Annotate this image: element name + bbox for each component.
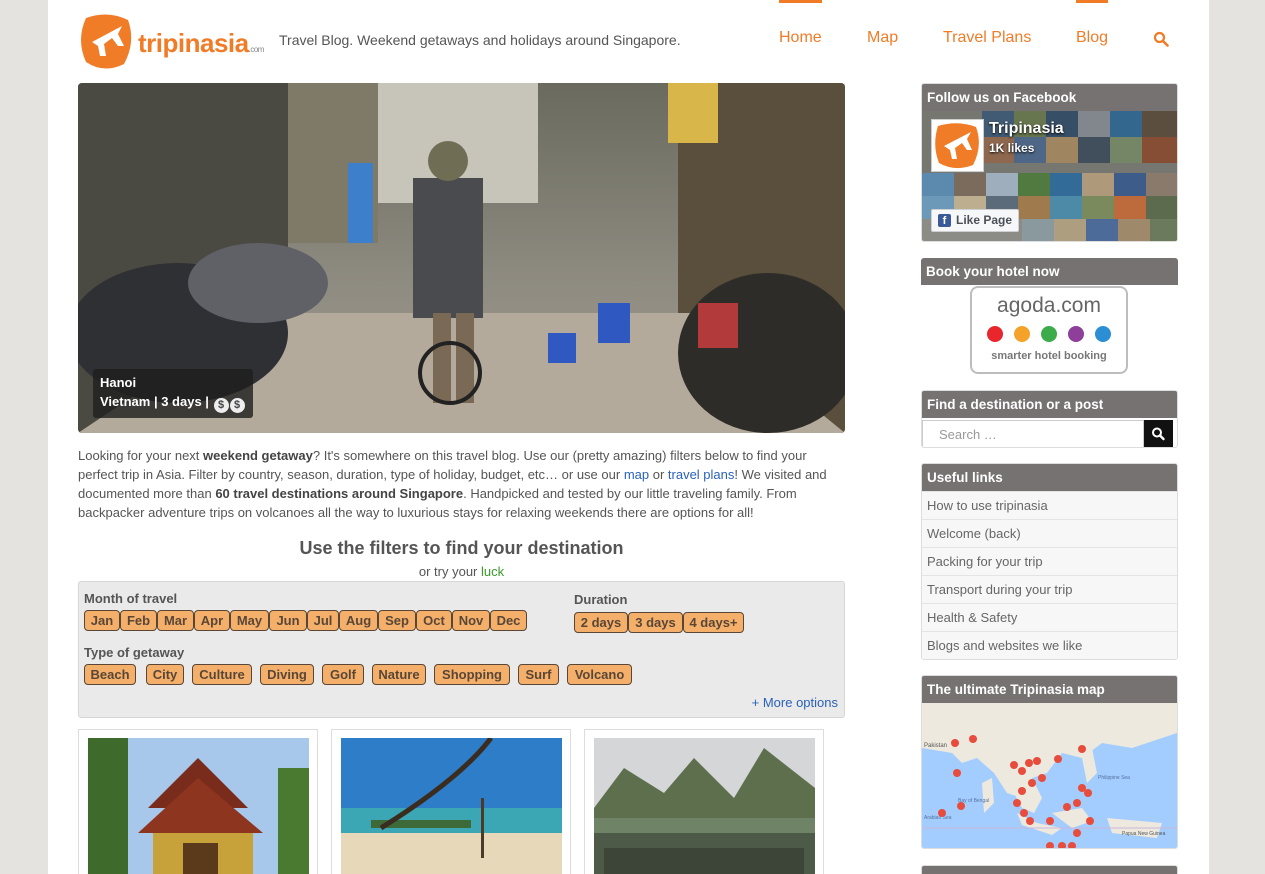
- destination-card[interactable]: [584, 729, 824, 874]
- map-label: Arabian Sea: [924, 815, 952, 821]
- filter-month-dec[interactable]: Dec: [490, 610, 527, 631]
- filter-panel: Month of travel Jan Feb Mar Apr May Jun …: [78, 581, 845, 718]
- travel-plans-link[interactable]: travel plans: [668, 467, 734, 482]
- destination-thumbnail: [594, 738, 815, 874]
- search-widget-title: Find a destination or a post: [922, 391, 1177, 418]
- asia-map[interactable]: Pakistan Bay of Bengal Philippine Sea Ar…: [922, 703, 1177, 848]
- search-input[interactable]: Search …: [922, 420, 1144, 447]
- filter-duration-3[interactable]: 3 days: [628, 612, 683, 633]
- next-widget: [921, 865, 1178, 874]
- filter-type-culture[interactable]: Culture: [192, 664, 252, 685]
- duration-label: Duration: [574, 592, 628, 607]
- more-options-link[interactable]: + More options: [752, 695, 838, 710]
- filter-month-aug[interactable]: Aug: [339, 610, 378, 631]
- useful-link-health[interactable]: Health & Safety: [922, 603, 1177, 631]
- agoda-slogan: smarter hotel booking: [991, 350, 1107, 362]
- tagline: Travel Blog. Weekend getaways and holida…: [279, 32, 681, 48]
- logo[interactable]: tripinasia.com: [78, 12, 264, 72]
- filter-month-mar[interactable]: Mar: [157, 610, 194, 631]
- hero-details: Vietnam | 3 days | $ $: [100, 392, 245, 413]
- facebook-widget: Follow us on Facebook Tripinasia 1K like…: [921, 83, 1178, 242]
- map-widget-title: The ultimate Tripinasia map: [922, 676, 1177, 703]
- search-icon: [1152, 427, 1165, 441]
- filter-type-beach[interactable]: Beach: [84, 664, 136, 685]
- useful-links-title: Useful links: [922, 464, 1177, 491]
- filter-month-may[interactable]: May: [230, 610, 269, 631]
- filter-type-nature[interactable]: Nature: [372, 664, 426, 685]
- filters-subtitle: or try your luck: [418, 564, 505, 579]
- map-label: Philippine Sea: [1098, 775, 1130, 781]
- destination-thumbnail: [88, 738, 309, 874]
- filters-title: Use the filters to find your destination: [299, 538, 624, 558]
- nav-travel-plans[interactable]: Travel Plans: [943, 0, 1031, 60]
- facebook-page-avatar[interactable]: [931, 119, 984, 172]
- map-label: Pakistan: [924, 743, 947, 749]
- filter-month-sep[interactable]: Sep: [378, 610, 416, 631]
- hero-slider[interactable]: Hanoi Vietnam | 3 days | $ $: [78, 83, 845, 433]
- filter-duration-4plus[interactable]: 4 days+: [683, 612, 744, 633]
- filter-month-oct[interactable]: Oct: [416, 610, 452, 631]
- hero-caption[interactable]: Hanoi Vietnam | 3 days | $ $: [93, 369, 253, 418]
- nav-map[interactable]: Map: [867, 0, 898, 60]
- map-link[interactable]: map: [624, 467, 649, 482]
- useful-link-blogs[interactable]: Blogs and websites we like: [922, 631, 1177, 659]
- nav-blog[interactable]: Blog: [1076, 0, 1109, 60]
- budget-coin-icon: $: [229, 398, 245, 413]
- facebook-page-name[interactable]: Tripinasia: [989, 120, 1064, 138]
- map-label: Papua New Guinea: [1122, 831, 1166, 837]
- map-widget: The ultimate Tripinasia map Pakistan Bay…: [921, 675, 1178, 849]
- facebook-likes: 1K likes: [989, 141, 1035, 155]
- intro-text: Looking for your next weekend getaway? I…: [78, 448, 827, 520]
- budget-coin-icon: $: [213, 398, 229, 413]
- useful-links-widget: Useful links How to use tripinasia Welco…: [921, 463, 1178, 660]
- filter-type-shopping[interactable]: Shopping: [434, 664, 510, 685]
- page: tripinasia.com Travel Blog. Weekend geta…: [48, 0, 1209, 874]
- logo-plane-icon: [81, 14, 132, 69]
- useful-link-how-to[interactable]: How to use tripinasia: [922, 491, 1177, 519]
- filter-type-volcano[interactable]: Volcano: [567, 664, 632, 685]
- useful-link-welcome[interactable]: Welcome (back): [922, 519, 1177, 547]
- nav-home[interactable]: Home: [779, 0, 822, 60]
- search-submit-button[interactable]: [1144, 420, 1173, 447]
- filter-month-feb[interactable]: Feb: [120, 610, 157, 631]
- filter-type-city[interactable]: City: [146, 664, 184, 685]
- filter-month-nov[interactable]: Nov: [452, 610, 490, 631]
- main-nav: Home Map Travel Plans Blog: [779, 0, 1209, 60]
- facebook-icon: f: [938, 214, 951, 227]
- next-widget-title: [922, 866, 1177, 874]
- filter-type-surf[interactable]: Surf: [518, 664, 559, 685]
- filter-type-golf[interactable]: Golf: [322, 664, 364, 685]
- hero-city: Hanoi: [100, 375, 137, 390]
- destination-card[interactable]: [331, 729, 571, 874]
- destination-card[interactable]: [78, 729, 318, 874]
- filter-duration-2[interactable]: 2 days: [574, 612, 628, 633]
- agoda-banner[interactable]: agoda.com smarter hotel booking: [970, 286, 1128, 374]
- destination-thumbnail: [341, 738, 562, 874]
- filter-month-apr[interactable]: Apr: [194, 610, 230, 631]
- filter-month-jan[interactable]: Jan: [84, 610, 120, 631]
- search-icon[interactable]: [1153, 31, 1169, 47]
- month-label: Month of travel: [84, 591, 178, 606]
- hotel-widget-title: Book your hotel now: [921, 258, 1178, 285]
- logo-text: tripinasia.com: [138, 28, 264, 58]
- filter-month-jul[interactable]: Jul: [307, 610, 339, 631]
- useful-link-transport[interactable]: Transport during your trip: [922, 575, 1177, 603]
- agoda-brand: agoda.com: [997, 294, 1101, 317]
- filter-month-jun[interactable]: Jun: [269, 610, 307, 631]
- search-widget: Find a destination or a post Search …: [921, 390, 1178, 448]
- luck-link[interactable]: luck: [481, 564, 504, 579]
- type-label: Type of getaway: [84, 645, 185, 660]
- facebook-widget-title: Follow us on Facebook: [922, 84, 1177, 111]
- useful-link-packing[interactable]: Packing for your trip: [922, 547, 1177, 575]
- like-page-button[interactable]: f Like Page: [931, 209, 1019, 232]
- filter-type-diving[interactable]: Diving: [260, 664, 314, 685]
- hotel-widget: Book your hotel now agoda.com smarter ho…: [921, 258, 1178, 376]
- facebook-page-box[interactable]: Tripinasia 1K likes f Like Page: [922, 111, 1177, 241]
